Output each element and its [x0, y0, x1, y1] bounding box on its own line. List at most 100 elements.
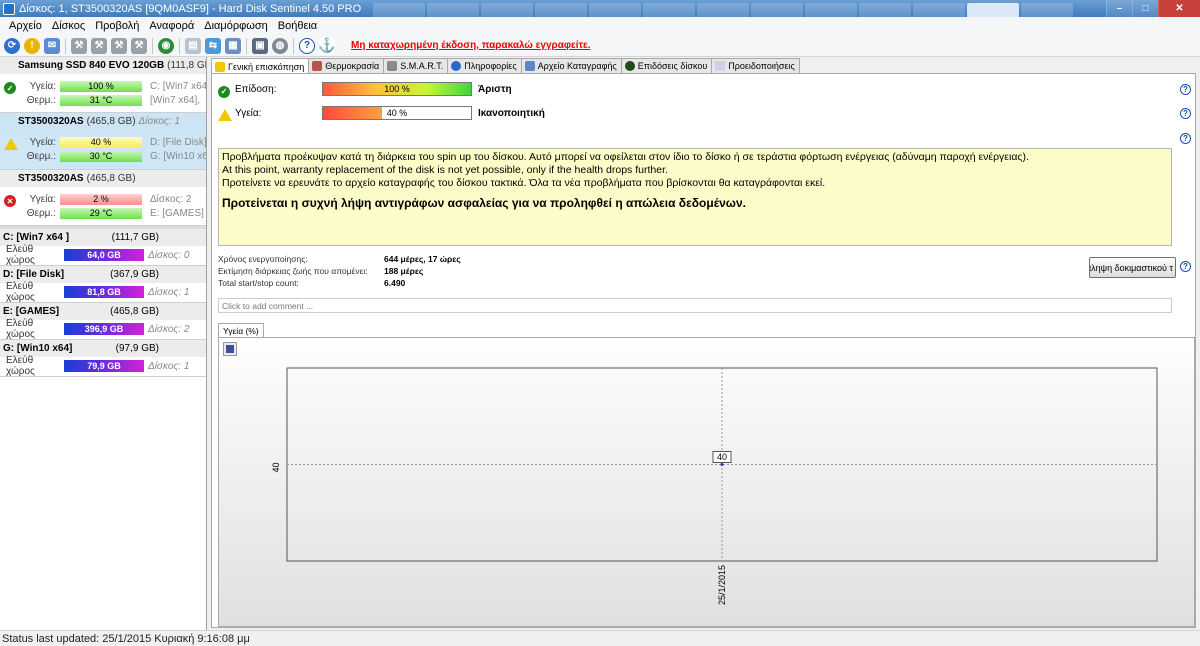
tab-temperature[interactable]: Θερμοκρασία [308, 58, 385, 73]
performance-label-wrap: ✓ Επίδοση: [218, 84, 322, 98]
menu-disk[interactable]: Δίσκος [47, 20, 90, 32]
data-label: 40 [717, 452, 727, 462]
health-verdict: Ικανοποιητική [478, 107, 545, 119]
tab-strip: Γενική επισκόπηση Θερμοκρασία S.M.A.R.T.… [211, 58, 800, 74]
document-icon[interactable]: ▤ [185, 37, 201, 54]
partition-list: C: [Win7 x64] [150, 80, 206, 92]
temp-bar: 29 °C [60, 207, 142, 219]
app-icon [3, 2, 15, 15]
help-icon[interactable]: ? [1180, 261, 1191, 272]
help-icon[interactable]: ? [1180, 108, 1191, 119]
health-label: Υγεία: [29, 193, 56, 205]
disk-item-st3500-1[interactable]: ST3500320AS (465,8 GB) Δίσκος: 1 Υγεία: 40 … [0, 113, 206, 170]
free-space-label: Ελεύθ χώρος [6, 318, 35, 340]
disk-size: (465,8 GB) [86, 173, 136, 184]
partition-name: G: [Win10 x64] [3, 343, 73, 354]
anchor-icon[interactable]: ⚓ [318, 37, 336, 54]
temp-bar: 31 °C [60, 94, 142, 106]
health-label: Υγεία: [29, 136, 56, 148]
comment-field[interactable]: Click to add comment ... [218, 298, 1172, 313]
health-label: Υγεία: [235, 107, 262, 119]
help-icon[interactable]: ? [1180, 133, 1191, 144]
save-icon[interactable] [223, 342, 237, 356]
health-value: 40 % [386, 108, 408, 118]
tab-health-chart[interactable]: Υγεία (%) [218, 323, 264, 337]
menu-help[interactable]: Βοήθεια [273, 20, 322, 32]
disk-icon[interactable]: ◍ [272, 37, 288, 54]
tab-label: Προειδοποιήσεις [728, 61, 795, 71]
health-bar: 100 % [60, 80, 142, 92]
tab-performance[interactable]: Επιδόσεις δίσκου [620, 58, 713, 73]
tool-icon-3[interactable]: ⚒ [111, 37, 127, 54]
toolbar: ⟳ ! ✉ ⚒ ⚒ ⚒ ⚒ ◉ ▤ ⇆ ▦ ▣ ◍ ? ⚓ Μη καταχωρ… [0, 35, 1200, 57]
maximize-button[interactable]: □ [1132, 0, 1158, 17]
warning-icon [215, 61, 225, 72]
partition-disk: Δίσκος: 1 [148, 360, 190, 372]
tab-label: Θερμοκρασία [325, 61, 380, 71]
partition-list: E: [GAMES] [150, 207, 204, 219]
globe-icon[interactable]: ◉ [158, 37, 174, 54]
partition-item-g[interactable]: G: [Win10 x64] (97,9 GB) Ελεύθ χώρος 79,9 … [0, 340, 206, 377]
speed-icon [624, 61, 635, 71]
startstop-value: 6.490 [384, 277, 406, 288]
menu-configuration[interactable]: Διαμόρφωση [199, 20, 273, 32]
temp-bar: 30 °C [60, 150, 142, 162]
power-on-label: Χρόνος ενεργοποίησης: [218, 253, 308, 264]
free-space-bar: 81,8 GB [64, 286, 144, 298]
partition-size: (111,7 GB) [111, 232, 159, 243]
partition-item-d[interactable]: D: [File Disk] (367,9 GB) Ελεύθ χώρος 81,8… [0, 266, 206, 303]
performance-bar: 100 % [322, 82, 472, 96]
self-test-button[interactable]: νάληψη δοκιμαστικού τ [1089, 257, 1176, 278]
free-space-bar: 79,9 GB [64, 360, 144, 372]
disk-name: Samsung SSD 840 EVO 120GB [18, 60, 165, 71]
help-icon[interactable]: ? [1180, 84, 1191, 95]
mail-icon[interactable]: ✉ [44, 37, 60, 54]
disk-number: Δίσκος: 1 [138, 116, 180, 127]
startstop-row: Total start/stop count: 6.490 [218, 277, 405, 288]
temp-label: Θερμ.: [26, 207, 56, 219]
y-tick-label: 40 [271, 462, 281, 472]
menu-file[interactable]: Αρχείο [4, 20, 47, 32]
health-bar: 40 % [60, 136, 142, 148]
sync-icon[interactable]: ⇆ [205, 37, 221, 54]
alert-icon[interactable]: ! [24, 37, 40, 54]
help-icon[interactable]: ? [299, 37, 315, 54]
performance-verdict: Άριστη [478, 83, 512, 95]
partition-item-c[interactable]: C: [Win7 x64 ] (111,7 GB) Ελεύθ χώρος 64,0… [0, 229, 206, 266]
disk-item-samsung[interactable]: Samsung SSD 840 EVO 120GB(111,8 GB)Δ ✓ Υ… [0, 57, 206, 113]
description-line: Προβλήματα προέκυψαν κατά τη διάρκεια το… [222, 151, 1029, 163]
partition-list: G: [Win10 x64 [150, 150, 206, 162]
taskbar-strip [373, 0, 1106, 17]
tab-smart[interactable]: S.M.A.R.T. [383, 58, 449, 73]
partition-disk: Δίσκος: 0 [148, 249, 190, 261]
power-on-value: 644 μέρες, 17 ώρες [384, 253, 461, 264]
data-point [720, 463, 724, 466]
refresh-icon[interactable]: ⟳ [4, 37, 20, 54]
tab-overview[interactable]: Γενική επισκόπηση [211, 58, 310, 74]
disk-item-st3500-2[interactable]: ST3500320AS (465,8 GB) ✕ Υγεία: 2 % Δίσκος:… [0, 170, 206, 226]
partition-size: (97,9 GB) [115, 343, 159, 354]
monitor-icon[interactable]: ▣ [252, 37, 268, 54]
menu-view[interactable]: Προβολή [90, 20, 144, 32]
tab-information[interactable]: Πληροφορίες [447, 58, 522, 73]
info-icon [451, 61, 462, 71]
health-chart-panel: 40 25/1/2015 40 [218, 337, 1195, 627]
tab-log[interactable]: Αρχείο Καταγραφής [520, 58, 622, 73]
save-report-icon[interactable]: ▦ [225, 37, 241, 54]
tool-icon-1[interactable]: ⚒ [71, 37, 87, 54]
menu-report[interactable]: Αναφορά [144, 20, 199, 32]
partition-item-e[interactable]: E: [GAMES] (465,8 GB) Ελεύθ χώρος 396,9 GB… [0, 303, 206, 340]
disk-size: (111,8 GB) [167, 60, 206, 71]
register-link[interactable]: Μη καταχωρημένη έκδοση, παρακαλώ εγγραφε… [351, 40, 591, 51]
smart-icon [387, 61, 398, 71]
startstop-label: Total start/stop count: [218, 277, 299, 288]
disk-name: ST3500320AS [18, 116, 84, 127]
tool-icon-2[interactable]: ⚒ [91, 37, 107, 54]
close-button[interactable]: ✕ [1158, 0, 1200, 17]
tool-icon-4[interactable]: ⚒ [131, 37, 147, 54]
minimize-button[interactable]: – [1106, 0, 1132, 17]
tab-label: Επιδόσεις δίσκου [637, 61, 708, 71]
window-title: Δίσκος: 1, ST3500320AS [9QM0ASF9] - Hard… [19, 2, 362, 15]
health-description: Προβλήματα προέκυψαν κατά τη διάρκεια το… [218, 148, 1172, 246]
tab-alerts[interactable]: Προειδοποιήσεις [711, 58, 800, 73]
